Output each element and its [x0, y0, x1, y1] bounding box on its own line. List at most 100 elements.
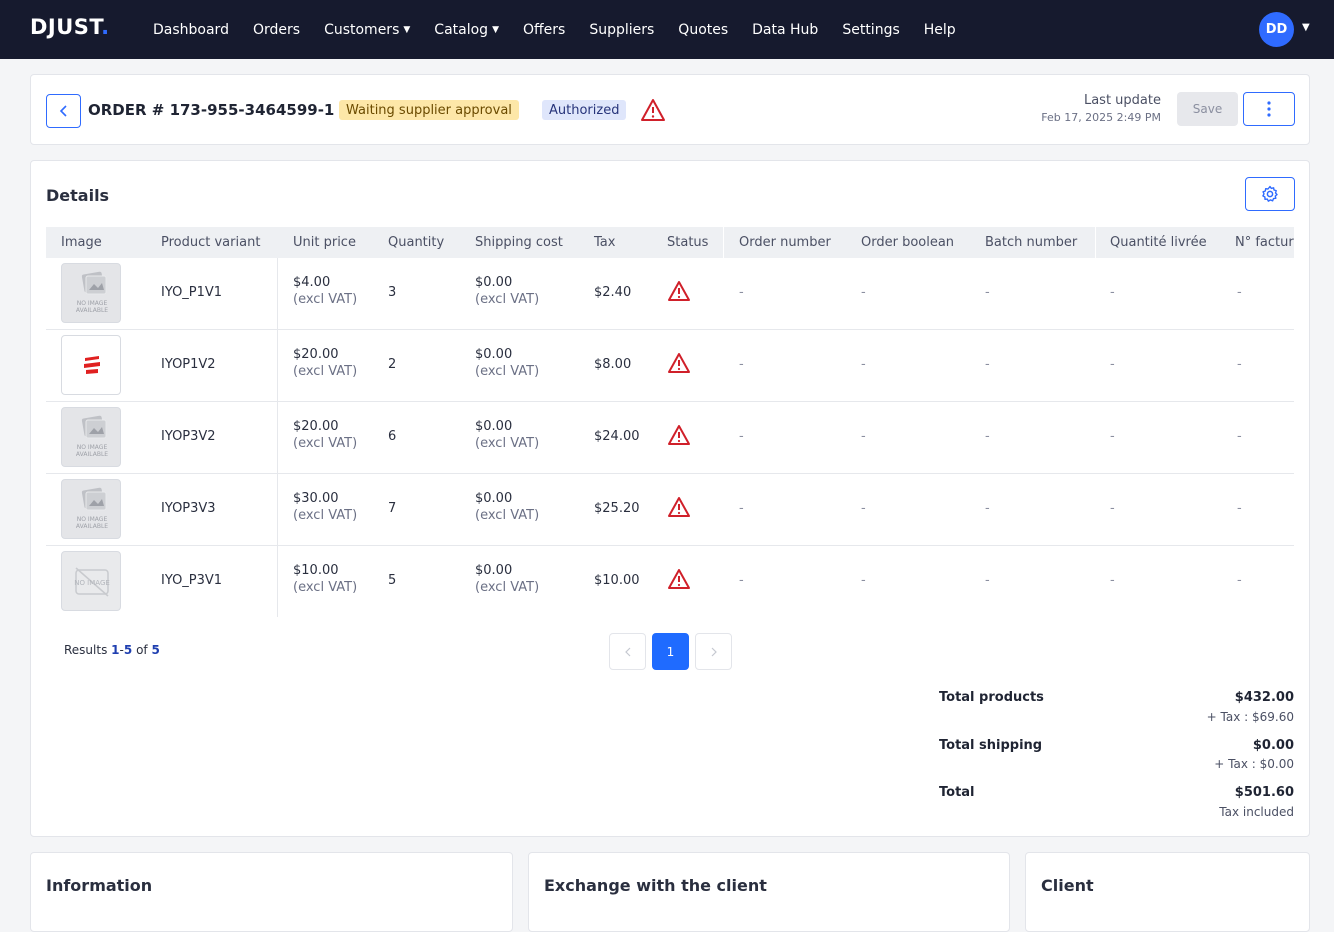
- product-variant[interactable]: IYOP3V2: [161, 429, 216, 444]
- unit-price: $20.00 (excl VAT): [293, 347, 358, 379]
- total-shipping-label: Total shipping: [939, 738, 1043, 753]
- order-number: -: [739, 429, 744, 444]
- order-number: -: [739, 285, 744, 300]
- total-note: Tax included: [1219, 805, 1294, 819]
- product-variant[interactable]: IYO_P3V1: [161, 573, 222, 588]
- save-button[interactable]: Save: [1177, 92, 1238, 126]
- nav-customers[interactable]: Customers ▼: [324, 22, 410, 38]
- table-row[interactable]: NO IMAGE IYO_P3V1 $10.00 (excl VAT) 5 $0.…: [46, 546, 1294, 617]
- nav-offers[interactable]: Offers: [523, 22, 565, 38]
- nav-catalog[interactable]: Catalog ▼: [434, 22, 499, 38]
- nav-help[interactable]: Help: [924, 22, 956, 38]
- product-variant[interactable]: IYO_P1V1: [161, 285, 222, 300]
- shipping-cost: $0.00 (excl VAT): [475, 275, 540, 307]
- col-unit-price: Unit price: [293, 235, 356, 250]
- tax: $2.40: [594, 285, 632, 300]
- nav-orders[interactable]: Orders: [253, 22, 300, 38]
- shipping-cost: $0.00 (excl VAT): [475, 419, 540, 451]
- top-navbar: DJUST. Dashboard Orders Customers ▼ Catal…: [0, 0, 1334, 59]
- warning-icon[interactable]: [667, 568, 691, 590]
- warning-icon[interactable]: [667, 352, 691, 374]
- prev-page-button[interactable]: [609, 633, 646, 670]
- nav-quotes[interactable]: Quotes: [678, 22, 728, 38]
- status-badge: Waiting supplier approval: [339, 100, 519, 120]
- quantity-delivered: -: [1110, 429, 1115, 444]
- table-row[interactable]: IYOP1V2 $20.00 (excl VAT) 2 $0.00 (excl VA…: [46, 330, 1294, 402]
- no-image-icon: NO IMAGE: [74, 567, 110, 597]
- gear-icon: [1262, 185, 1278, 202]
- table-row[interactable]: NO IMAGE AVAILABLE IYO_P1V1 $4.00 (excl VA…: [46, 258, 1294, 330]
- column-settings-button[interactable]: [1245, 177, 1295, 211]
- quantity-delivered: -: [1110, 501, 1115, 516]
- shipping-cost: $0.00 (excl VAT): [475, 563, 540, 595]
- tax: $24.00: [594, 429, 640, 444]
- client-title: Client: [1041, 876, 1094, 895]
- batch-number: -: [985, 573, 990, 588]
- page-1-button[interactable]: 1: [652, 633, 689, 670]
- unit-price: $20.00 (excl VAT): [293, 419, 358, 451]
- quantity-delivered: -: [1110, 357, 1115, 372]
- back-button[interactable]: [46, 94, 81, 128]
- no-image-available-icon: NO IMAGEAVAILABLE: [76, 415, 108, 458]
- product-variant[interactable]: IYOP1V2: [161, 357, 216, 372]
- table-row[interactable]: NO IMAGE AVAILABLE IYOP3V3 $30.00 (excl VA…: [46, 474, 1294, 546]
- svg-text:AVAILABLE: AVAILABLE: [76, 523, 108, 530]
- invoice-number: -: [1237, 429, 1242, 444]
- quantity: 3: [388, 285, 397, 300]
- warning-icon: [641, 99, 665, 121]
- quantity: 2: [388, 357, 397, 372]
- invoice-number: -: [1237, 357, 1242, 372]
- col-batch-number: Batch number: [985, 235, 1078, 250]
- no-image-available-icon: NO IMAGEAVAILABLE: [76, 487, 108, 530]
- svg-text:NO IMAGE: NO IMAGE: [77, 516, 108, 523]
- quantity: 6: [388, 429, 397, 444]
- product-variant[interactable]: IYOP3V3: [161, 501, 216, 516]
- more-actions-button[interactable]: [1243, 92, 1295, 126]
- information-card: Information: [30, 852, 513, 932]
- details-card: Details Image Product variant Unit price…: [30, 160, 1310, 837]
- order-number: -: [739, 573, 744, 588]
- nav-dashboard[interactable]: Dashboard: [153, 22, 229, 38]
- next-page-button[interactable]: [695, 633, 732, 670]
- total-shipping-tax: + Tax : $0.00: [1214, 757, 1294, 771]
- col-tax: Tax: [594, 235, 616, 250]
- chevron-right-icon: [711, 647, 717, 656]
- nav-data-hub[interactable]: Data Hub: [752, 22, 818, 38]
- main-nav: Dashboard Orders Customers ▼ Catalog ▼ Off…: [153, 0, 980, 59]
- warning-icon[interactable]: [667, 280, 691, 302]
- information-title: Information: [46, 876, 153, 895]
- total-products-label: Total products: [939, 690, 1044, 705]
- nav-settings[interactable]: Settings: [842, 22, 899, 38]
- svg-text:AVAILABLE: AVAILABLE: [76, 451, 108, 458]
- order-boolean: -: [861, 501, 866, 516]
- table-row[interactable]: NO IMAGE AVAILABLE IYOP3V2 $20.00 (excl VA…: [46, 402, 1294, 474]
- col-quantity: Quantity: [388, 235, 445, 250]
- client-card: Client: [1025, 852, 1310, 932]
- caret-down-icon: ▼: [403, 24, 411, 35]
- caret-down-icon[interactable]: ▼: [1302, 22, 1310, 33]
- batch-number: -: [985, 357, 990, 372]
- order-title: ORDER # 173-955-3464599-1: [88, 101, 335, 119]
- product-image: NO IMAGE: [61, 551, 121, 611]
- invoice-number: -: [1237, 501, 1242, 516]
- quantity: 7: [388, 501, 397, 516]
- order-boolean: -: [861, 285, 866, 300]
- quantity: 5: [388, 573, 397, 588]
- product-image: NO IMAGE AVAILABLE: [61, 263, 121, 323]
- kebab-menu-icon: [1267, 101, 1271, 117]
- total-products-value: $432.00: [1234, 690, 1294, 705]
- djust-logo[interactable]: DJUST.: [30, 15, 110, 39]
- order-boolean: -: [861, 573, 866, 588]
- warning-icon[interactable]: [667, 496, 691, 518]
- warning-icon[interactable]: [667, 424, 691, 446]
- invoice-number: -: [1237, 285, 1242, 300]
- user-avatar[interactable]: DD: [1259, 12, 1294, 47]
- batch-number: -: [985, 501, 990, 516]
- results-count: Results 1-5 of 5: [64, 643, 160, 657]
- exchange-card: Exchange with the client: [528, 852, 1010, 932]
- tax: $10.00: [594, 573, 640, 588]
- nav-suppliers[interactable]: Suppliers: [589, 22, 654, 38]
- brand-logo-icon: [84, 356, 100, 374]
- total-products-tax: + Tax : $69.60: [1206, 710, 1294, 724]
- unit-price: $4.00 (excl VAT): [293, 275, 358, 307]
